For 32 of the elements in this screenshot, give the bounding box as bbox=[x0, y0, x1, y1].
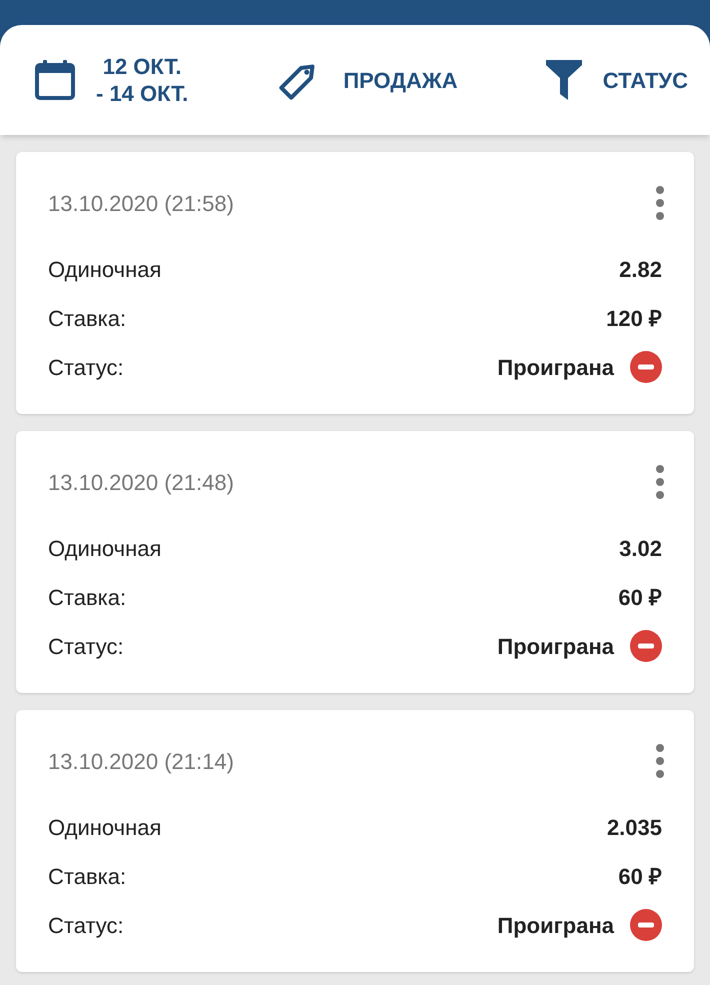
filter-icon bbox=[544, 58, 583, 102]
bet-type: Одиночная bbox=[48, 814, 162, 842]
stake-value: 120 ₽ bbox=[606, 304, 662, 332]
filter-button[interactable]: СТАТУС bbox=[544, 58, 688, 102]
status-value: Проиграна bbox=[497, 354, 614, 382]
bet-type: Одиночная bbox=[48, 534, 162, 562]
stake-label: Ставка: bbox=[48, 584, 126, 612]
stake-value: 60 ₽ bbox=[618, 862, 662, 890]
filter-button[interactable]: ПРОДАЖА bbox=[275, 56, 458, 104]
status-label: Статус: bbox=[48, 912, 124, 940]
bet-datetime: 13.10.2020 (21:48) bbox=[48, 468, 234, 496]
stake-label: Ставка: bbox=[48, 862, 126, 890]
more-options-icon[interactable] bbox=[656, 465, 664, 499]
status-value: Проиграна bbox=[497, 912, 614, 940]
status-label: Статус: bbox=[48, 354, 124, 382]
bet-type: Одиночная bbox=[48, 256, 162, 284]
minus-circle-icon bbox=[630, 351, 662, 383]
stake-value: 60 ₽ bbox=[618, 584, 662, 612]
more-options-icon[interactable] bbox=[656, 744, 664, 778]
odds-value: 3.02 bbox=[619, 534, 662, 562]
status-value: Проиграна bbox=[497, 632, 614, 661]
minus-circle-icon bbox=[630, 630, 662, 662]
more-options-icon[interactable] bbox=[656, 186, 664, 220]
bet-datetime: 13.10.2020 (21:58) bbox=[48, 190, 234, 218]
odds-value: 2.035 bbox=[606, 814, 662, 842]
stake-label: Ставка: bbox=[48, 304, 126, 332]
minus-circle-icon bbox=[630, 909, 662, 941]
filter-button[interactable]: 12 ОКТ. - 14 ОКТ. bbox=[34, 53, 188, 107]
calendar-icon bbox=[34, 58, 76, 102]
odds-value: 2.82 bbox=[619, 256, 662, 284]
bet-datetime: 13.10.2020 (21:14) bbox=[48, 748, 234, 776]
status-label: Статус: bbox=[48, 632, 124, 661]
